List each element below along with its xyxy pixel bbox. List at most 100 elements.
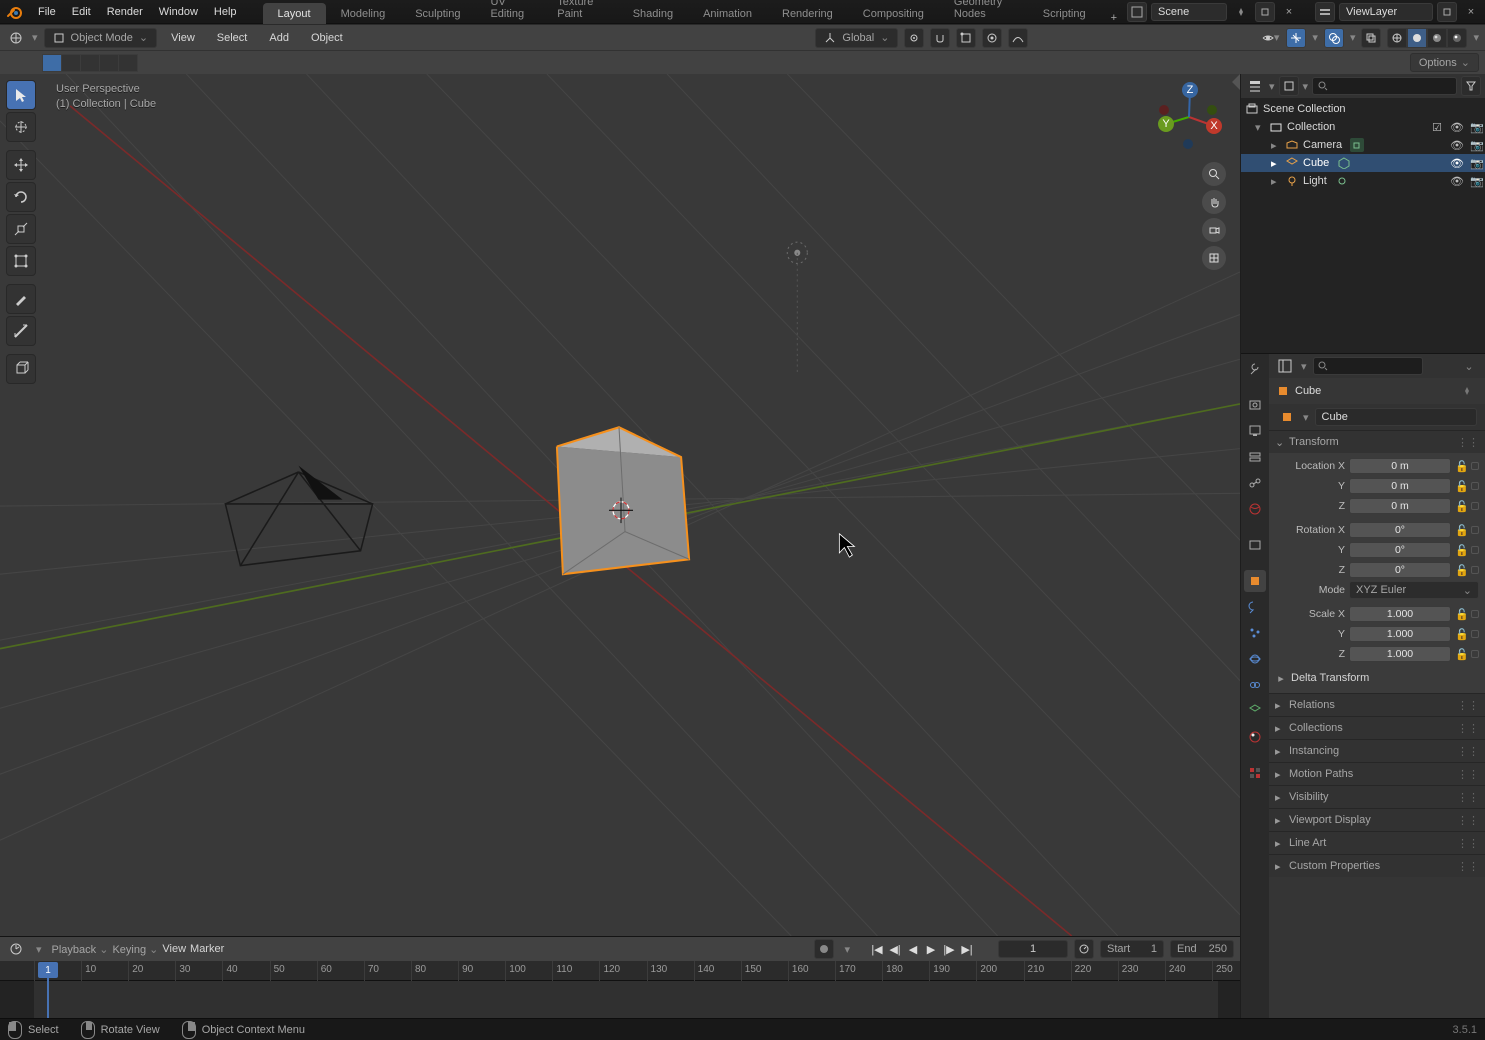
properties-editor-button[interactable] <box>1275 356 1295 376</box>
mode-selector[interactable]: Object Mode ⌄ <box>44 28 158 48</box>
proptab-world[interactable] <box>1244 498 1266 520</box>
proptab-material[interactable] <box>1244 726 1266 748</box>
proportional-edit-toggle[interactable] <box>982 28 1002 48</box>
proptab-modifier[interactable] <box>1244 596 1266 618</box>
collection-render[interactable]: 📷 <box>1469 121 1485 134</box>
region-splitter[interactable] <box>1232 74 1240 90</box>
selectmode-3[interactable] <box>99 54 119 72</box>
proptab-object[interactable] <box>1244 570 1266 592</box>
panel-transform-header[interactable]: ⌄Transform⋮⋮ <box>1269 431 1485 453</box>
viewlayer-name-field[interactable]: ViewLayer <box>1339 3 1433 21</box>
panel-motion paths-header[interactable]: ▸Motion Paths⋮⋮ <box>1269 763 1485 785</box>
properties-options[interactable]: ⌄ <box>1459 356 1479 376</box>
rot-x-lock[interactable]: 🔓 <box>1455 524 1467 537</box>
proportional-falloff[interactable] <box>1008 28 1028 48</box>
object-selector-icon[interactable] <box>1277 407 1297 427</box>
rot-z-lock[interactable]: 🔓 <box>1455 564 1467 577</box>
view-menu[interactable]: View <box>163 32 203 44</box>
scene-browse-icon[interactable] <box>1127 2 1147 22</box>
timeline-playback-menu[interactable]: Playback ⌄ <box>52 943 109 956</box>
light-hide[interactable]: 👁 <box>1449 175 1465 188</box>
loc-z-field[interactable]: 0 m <box>1349 498 1451 514</box>
light-expand[interactable]: ▸ <box>1271 175 1281 188</box>
scene-pin-icon[interactable] <box>1231 2 1251 22</box>
scale-x-lock[interactable]: 🔓 <box>1455 608 1467 621</box>
tool-select-box[interactable] <box>6 80 36 110</box>
tool-cursor[interactable] <box>6 112 36 142</box>
rot-x-anim[interactable] <box>1471 526 1479 534</box>
pivot-selector[interactable] <box>904 28 924 48</box>
viewlayer-delete-button[interactable]: × <box>1461 2 1481 22</box>
snap-target[interactable] <box>956 28 976 48</box>
panel-instancing-header[interactable]: ▸Instancing⋮⋮ <box>1269 740 1485 762</box>
proptab-data[interactable] <box>1244 700 1266 722</box>
rot-y-anim[interactable] <box>1471 546 1479 554</box>
cube-expand[interactable]: ▸ <box>1271 157 1281 170</box>
rot-z-field[interactable]: 0° <box>1349 562 1451 578</box>
scale-z-field[interactable]: 1.000 <box>1349 646 1451 662</box>
selectmode-4[interactable] <box>118 54 138 72</box>
loc-y-lock[interactable]: 🔓 <box>1455 480 1467 493</box>
outliner-item-camera[interactable]: ▸ Camera 👁 📷 <box>1241 136 1485 154</box>
scale-y-field[interactable]: 1.000 <box>1349 626 1451 642</box>
tool-rotate[interactable] <box>6 182 36 212</box>
proptab-particles[interactable] <box>1244 622 1266 644</box>
cube-hide[interactable]: 👁 <box>1449 157 1465 170</box>
outliner-editor-button[interactable] <box>1245 76 1265 96</box>
camera-render[interactable]: 📷 <box>1469 139 1485 152</box>
play-reverse-button[interactable]: ◀ <box>904 940 922 958</box>
outliner-scene-collection[interactable]: Scene Collection <box>1241 100 1485 118</box>
loc-z-lock[interactable]: 🔓 <box>1455 500 1467 513</box>
camera-hide[interactable]: 👁 <box>1449 139 1465 152</box>
rot-z-anim[interactable] <box>1471 566 1479 574</box>
scale-x-field[interactable]: 1.000 <box>1349 606 1451 622</box>
tab-animation[interactable]: Animation <box>688 3 767 24</box>
loc-y-field[interactable]: 0 m <box>1349 478 1451 494</box>
tab-scripting[interactable]: Scripting <box>1028 3 1101 24</box>
overlays-toggle[interactable] <box>1324 28 1344 48</box>
perspective-toggle[interactable] <box>1202 246 1226 270</box>
tab-uv-editing[interactable]: UV Editing <box>475 0 542 24</box>
tab-modeling[interactable]: Modeling <box>326 3 401 24</box>
proptab-viewlayer[interactable] <box>1244 446 1266 468</box>
menu-file[interactable]: File <box>30 0 64 24</box>
menu-window[interactable]: Window <box>151 0 206 24</box>
viewport-options-button[interactable]: Options⌄ <box>1410 53 1479 72</box>
proptab-tool[interactable] <box>1244 358 1266 380</box>
panel-collections-header[interactable]: ▸Collections⋮⋮ <box>1269 717 1485 739</box>
tab-rendering[interactable]: Rendering <box>767 3 848 24</box>
add-workspace-button[interactable]: + <box>1101 12 1127 24</box>
loc-x-field[interactable]: 0 m <box>1349 458 1451 474</box>
timeline-marker-menu[interactable]: Marker <box>190 943 224 955</box>
pan-button[interactable] <box>1202 190 1226 214</box>
snap-toggle[interactable] <box>930 28 950 48</box>
tab-geometry-nodes[interactable]: Geometry Nodes <box>939 0 1028 24</box>
panel-custom properties-header[interactable]: ▸Custom Properties⋮⋮ <box>1269 855 1485 877</box>
play-button[interactable]: ▶ <box>922 940 940 958</box>
outliner-item-cube[interactable]: ▸ Cube 👁 📷 <box>1241 154 1485 172</box>
loc-y-anim[interactable] <box>1471 482 1479 490</box>
collection-hide[interactable]: 👁 <box>1449 121 1465 134</box>
properties-search[interactable] <box>1313 357 1423 375</box>
proptab-render[interactable] <box>1244 394 1266 416</box>
selectmode-all[interactable] <box>42 54 62 72</box>
preview-range-toggle[interactable] <box>1074 939 1094 959</box>
tool-move[interactable] <box>6 150 36 180</box>
visibility-dropdown[interactable]: ▾ <box>1260 28 1280 48</box>
end-frame-field[interactable]: End250 <box>1170 940 1234 958</box>
outliner-item-light[interactable]: ▸ Light 👁 📷 <box>1241 172 1485 190</box>
rot-y-field[interactable]: 0° <box>1349 542 1451 558</box>
rot-mode-selector[interactable]: XYZ Euler⌄ <box>1349 581 1479 599</box>
scale-z-anim[interactable] <box>1471 650 1479 658</box>
loc-x-lock[interactable]: 🔓 <box>1455 460 1467 473</box>
proptab-constraints[interactable] <box>1244 674 1266 696</box>
camera-object[interactable] <box>225 466 372 566</box>
tool-scale[interactable] <box>6 214 36 244</box>
cube-render[interactable]: 📷 <box>1469 157 1485 170</box>
outliner-display-mode[interactable] <box>1279 76 1299 96</box>
timeline-view-menu[interactable]: View <box>162 943 186 955</box>
collection-toggle[interactable]: ▾ <box>1255 121 1265 134</box>
scene-new-button[interactable] <box>1255 2 1275 22</box>
outliner-collection[interactable]: ▾ Collection ☑ 👁 📷 <box>1241 118 1485 136</box>
timeline-keying-menu[interactable]: Keying ⌄ <box>112 943 158 956</box>
